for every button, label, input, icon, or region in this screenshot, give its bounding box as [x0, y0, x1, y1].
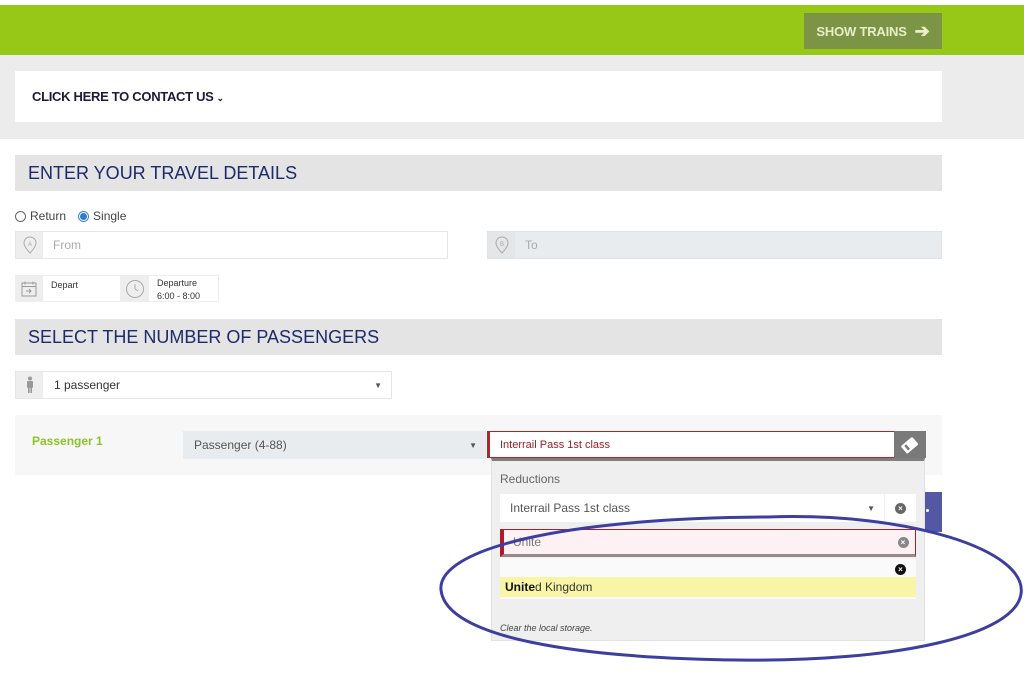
svg-text:B: B — [499, 242, 503, 248]
show-trains-button[interactable]: SHOW TRAINS ➔ — [804, 13, 942, 49]
suggestion-match: Unite — [505, 580, 535, 594]
passenger-count-select[interactable]: 1 passenger ▼ — [15, 371, 392, 399]
contact-us-label: CLICK HERE TO CONTACT US — [32, 89, 214, 104]
passenger-label: Passenger 1 — [32, 434, 103, 448]
person-icon — [16, 372, 43, 398]
arrow-right-icon: ➔ — [914, 21, 930, 41]
country-suggestions: × Unite d Kingdom — [500, 558, 916, 599]
departure-label: Departure — [157, 278, 198, 288]
caret-down-icon: ▼ — [867, 503, 875, 513]
location-pin-a-icon: A — [16, 232, 43, 258]
close-suggestions-icon[interactable]: × — [895, 564, 906, 575]
show-trains-label: SHOW TRAINS — [816, 23, 907, 39]
to-field[interactable]: B — [487, 231, 942, 259]
trip-type-radios: Return Single — [15, 209, 138, 223]
clock-icon[interactable] — [121, 275, 149, 302]
contact-us-link[interactable]: CLICK HERE TO CONTACT US ⌄ — [32, 89, 224, 104]
passenger-type-select[interactable]: Passenger (4-88) ▼ — [183, 431, 486, 459]
clear-reduction-button[interactable]: × — [884, 494, 916, 522]
reductions-dropdown: Reductions Interrail Pass 1st class ▼ × … — [491, 458, 925, 641]
reduction-card-field[interactable]: Interrail Pass 1st class — [487, 431, 926, 458]
page: SHOW TRAINS ➔ CLICK HERE TO CONTACT US ⌄ … — [0, 0, 1024, 686]
radio-return-indicator[interactable] — [15, 210, 26, 222]
discount-card-icon[interactable] — [894, 431, 926, 458]
country-search-field[interactable]: × — [500, 529, 916, 557]
svg-text:A: A — [27, 242, 31, 248]
caret-down-icon: ▼ — [374, 380, 382, 390]
radio-return-label: Return — [30, 209, 67, 223]
calendar-icon[interactable] — [15, 275, 43, 302]
country-search-input[interactable] — [504, 530, 891, 554]
radio-single-label: Single — [93, 209, 127, 223]
location-pin-b-icon: B — [488, 232, 515, 258]
depart-date-field[interactable]: Depart — [43, 275, 121, 302]
reduction-select[interactable]: Interrail Pass 1st class ▼ × — [500, 494, 916, 522]
contact-box: CLICK HERE TO CONTACT US ⌄ — [15, 71, 942, 122]
travel-details-title: ENTER YOUR TRAVEL DETAILS — [28, 162, 298, 183]
passengers-header: SELECT THE NUMBER OF PASSENGERS — [15, 319, 942, 355]
clear-country-button[interactable]: × — [891, 536, 915, 548]
radio-single[interactable]: Single — [78, 209, 126, 223]
departure-time-field[interactable]: Departure 6:00 - 8:00 — [149, 275, 219, 302]
caret-down-icon: ▼ — [469, 440, 477, 450]
suggestion-item[interactable]: Unite d Kingdom — [500, 577, 916, 597]
chevron-double-down-icon: ⌄ — [216, 93, 225, 103]
contact-band: CLICK HERE TO CONTACT US ⌄ — [0, 55, 1024, 139]
depart-label: Depart — [51, 280, 79, 290]
departure-time-value: 6:00 - 8:00 — [157, 291, 201, 301]
clear-local-storage-link[interactable]: Clear the local storage. — [500, 623, 593, 633]
passenger-count-value: 1 passenger — [54, 378, 121, 392]
reduction-card-value: Interrail Pass 1st class — [500, 438, 611, 451]
clear-circle-icon: × — [897, 536, 909, 548]
reductions-label: Reductions — [500, 472, 561, 486]
to-input[interactable] — [515, 232, 941, 258]
date-time-picker: Depart Departure 6:00 - 8:00 — [15, 275, 219, 302]
suggestion-rest: d Kingdom — [535, 580, 593, 594]
radio-single-indicator[interactable] — [78, 210, 90, 222]
partially-hidden-button[interactable] — [924, 492, 942, 532]
passengers-title: SELECT THE NUMBER OF PASSENGERS — [28, 326, 380, 347]
passenger-type-value: Passenger (4-88) — [194, 438, 287, 452]
from-field[interactable]: A — [15, 231, 448, 259]
radio-return[interactable]: Return — [15, 209, 66, 223]
from-input[interactable] — [43, 232, 447, 258]
clear-circle-icon: × — [895, 502, 906, 514]
reduction-select-value: Interrail Pass 1st class — [510, 501, 631, 515]
travel-details-header: ENTER YOUR TRAVEL DETAILS — [15, 155, 942, 191]
